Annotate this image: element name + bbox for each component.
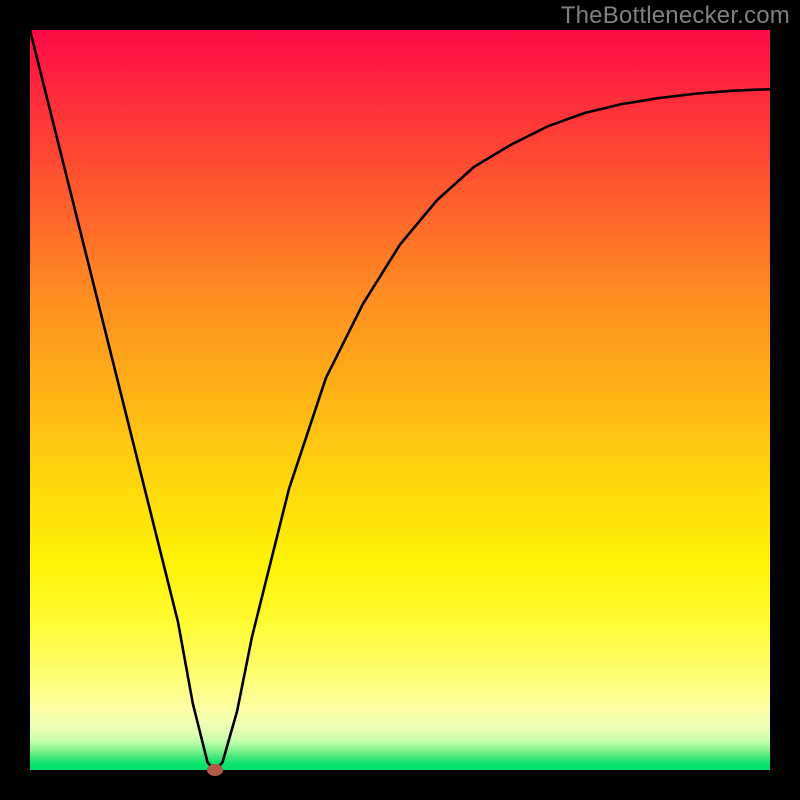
- watermark-text: TheBottlenecker.com: [561, 2, 790, 30]
- chart-stage: TheBottlenecker.com: [0, 0, 800, 800]
- optimum-marker: [207, 764, 223, 776]
- plot-area: [30, 30, 770, 770]
- bottleneck-curve: [30, 30, 770, 770]
- plot-frame: [0, 0, 800, 800]
